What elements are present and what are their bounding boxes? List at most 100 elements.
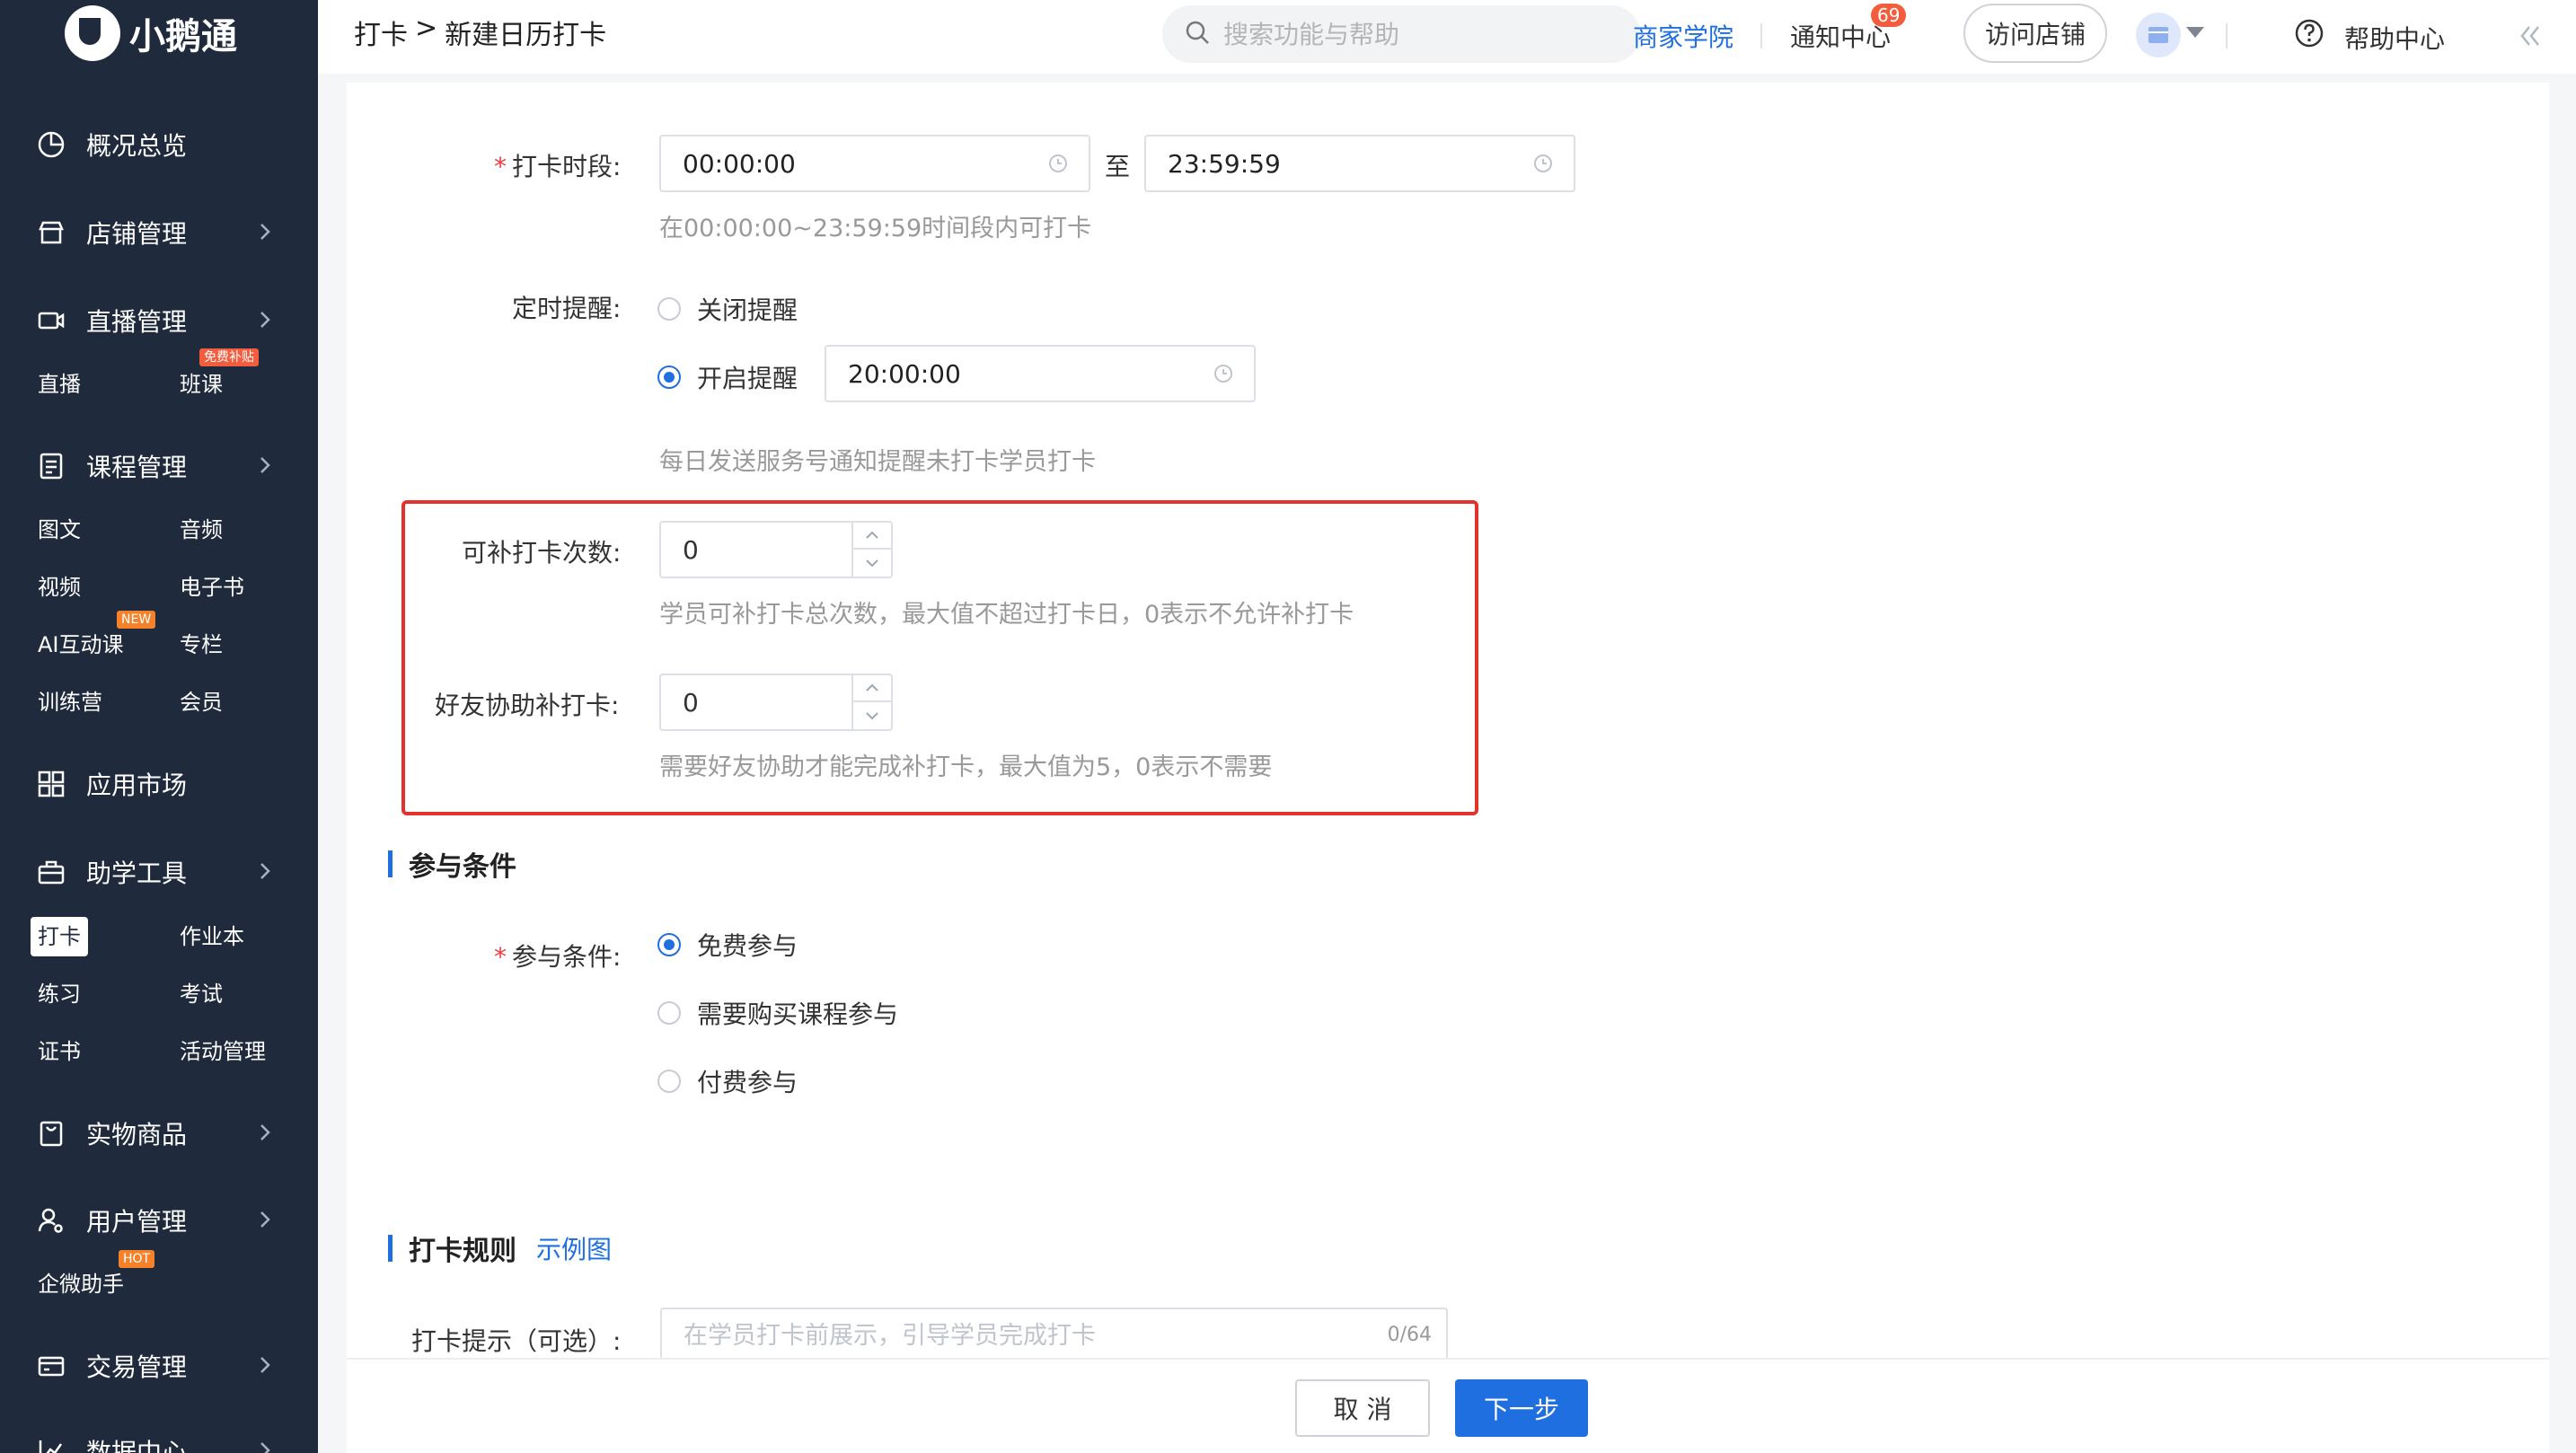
help-circle-icon[interactable] xyxy=(2294,18,2325,52)
sub-item-ebook[interactable]: 电子书 xyxy=(180,568,244,607)
shopping-bag-icon xyxy=(36,1118,66,1149)
sub-item-activity[interactable]: 活动管理 xyxy=(180,1032,266,1071)
chevron-down-icon[interactable] xyxy=(2186,27,2204,38)
reminder-label: 定时提醒: xyxy=(512,294,622,323)
sidebar-item-goods[interactable]: 实物商品 xyxy=(36,1108,278,1158)
search-input[interactable] xyxy=(1223,19,1583,49)
sidebar-item-store[interactable]: 店铺管理 xyxy=(36,207,278,258)
sub-item-column[interactable]: 专栏 xyxy=(180,625,223,665)
chevron-up-icon[interactable] xyxy=(853,675,891,702)
sidebar-item-label: 交易管理 xyxy=(86,1352,188,1382)
chevron-right-icon xyxy=(251,1206,278,1233)
checkin-tip-textarea[interactable]: 0/64 xyxy=(660,1308,1448,1360)
visit-store-button[interactable]: 访问店铺 xyxy=(1963,4,2107,63)
sub-item-wecom[interactable]: 企微助手 xyxy=(38,1264,124,1304)
document-icon xyxy=(36,451,66,481)
next-step-button[interactable]: 下一步 xyxy=(1455,1379,1588,1437)
checkin-rules-section-title: 打卡规则 示例图 xyxy=(388,1228,612,1268)
collapse-double-chevron-icon[interactable] xyxy=(2517,23,2542,52)
sidebar-item-label: 店铺管理 xyxy=(86,219,188,249)
sidebar-item-users[interactable]: 用户管理 xyxy=(36,1195,278,1246)
header-divider xyxy=(2226,23,2228,48)
start-time-picker[interactable]: 00:00:00 xyxy=(659,135,1090,192)
sub-item-ai-course[interactable]: AI互动课 xyxy=(38,625,124,665)
academy-link[interactable]: 商家学院 xyxy=(1633,18,1734,54)
radio-circle xyxy=(657,1070,681,1093)
example-image-link[interactable]: 示例图 xyxy=(536,1230,612,1266)
friend-assist-stepper[interactable]: 0 xyxy=(659,674,893,731)
chevron-down-icon[interactable] xyxy=(853,550,891,577)
sidebar-item-tools[interactable]: 助学工具 xyxy=(36,847,278,897)
reminder-time-picker[interactable]: 20:00:00 xyxy=(825,345,1256,402)
breadcrumb-current: 新建日历打卡 xyxy=(445,20,607,51)
sidebar-item-label: 应用市场 xyxy=(86,771,188,800)
section-accent-bar xyxy=(388,1235,393,1262)
char-counter: 0/64 xyxy=(1387,1324,1432,1346)
search-box[interactable] xyxy=(1162,5,1640,63)
radio-circle xyxy=(657,365,681,389)
end-time-picker[interactable]: 23:59:59 xyxy=(1144,135,1575,192)
radio-label: 需要购买课程参与 xyxy=(697,999,899,1029)
chevron-right-icon xyxy=(251,858,278,885)
search-icon xyxy=(1184,19,1211,49)
sidebar-item-trade[interactable]: 交易管理 xyxy=(36,1341,278,1391)
clock-icon xyxy=(1214,365,1232,383)
clock-icon xyxy=(1049,154,1067,172)
wallet-icon xyxy=(36,1351,66,1381)
sidebar-item-label: 课程管理 xyxy=(86,453,188,482)
sub-item-video[interactable]: 视频 xyxy=(38,568,81,607)
sub-item-live[interactable]: 直播 xyxy=(38,365,81,404)
reminder-off-radio[interactable]: 关闭提醒 xyxy=(657,291,798,327)
sub-item-homework[interactable]: 作业本 xyxy=(180,917,244,956)
sub-item-audio[interactable]: 音频 xyxy=(180,510,223,550)
sub-item-exam[interactable]: 考试 xyxy=(180,974,223,1014)
sub-item-graphic[interactable]: 图文 xyxy=(38,510,81,550)
cancel-button[interactable]: 取 消 xyxy=(1295,1379,1430,1437)
radio-label: 付费参与 xyxy=(697,1068,798,1097)
chevron-down-icon[interactable] xyxy=(853,702,891,729)
chevron-up-icon[interactable] xyxy=(853,523,891,550)
join-paid-radio[interactable]: 付费参与 xyxy=(657,1063,798,1099)
sidebar-item-label: 概况总览 xyxy=(86,131,188,161)
help-center-link[interactable]: 帮助中心 xyxy=(2344,20,2445,56)
makeup-count-label: 可补打卡次数: xyxy=(462,538,622,568)
join-conditions-label: * 参与条件: xyxy=(494,942,622,972)
radio-label: 关闭提醒 xyxy=(697,295,798,325)
sidebar-item-data[interactable]: 数据中心 xyxy=(36,1426,278,1453)
makeup-count-value: 0 xyxy=(683,534,699,565)
store-switch-avatar[interactable] xyxy=(2136,13,2181,57)
join-free-radio[interactable]: 免费参与 xyxy=(657,927,798,963)
store-icon xyxy=(2148,27,2168,43)
user-gear-icon xyxy=(36,1205,66,1236)
checkin-tip-input[interactable] xyxy=(684,1322,1312,1350)
sidebar-item-overview[interactable]: 概况总览 xyxy=(36,119,278,170)
header-divider xyxy=(1760,23,1762,48)
sub-item-camp[interactable]: 训练营 xyxy=(38,682,102,722)
sub-item-checkin[interactable]: 打卡 xyxy=(31,917,88,956)
sidebar-item-app-market[interactable]: 应用市场 xyxy=(36,759,278,809)
makeup-count-stepper[interactable]: 0 xyxy=(659,521,893,578)
radio-label: 开启提醒 xyxy=(697,364,798,393)
makeup-count-hint: 学员可补打卡总次数，最大值不超过打卡日，0表示不允许补打卡 xyxy=(659,601,1354,629)
sub-item-member[interactable]: 会员 xyxy=(180,682,223,722)
period-label: * 打卡时段: xyxy=(494,152,622,181)
chart-icon xyxy=(36,1436,66,1453)
hot-badge: HOT xyxy=(119,1250,155,1268)
sub-item-class[interactable]: 班课 xyxy=(180,365,223,404)
chevron-right-icon xyxy=(251,218,278,245)
brand-logo[interactable]: 小鹅通 xyxy=(65,5,237,61)
sub-item-practice[interactable]: 练习 xyxy=(38,974,81,1014)
breadcrumb-checkin[interactable]: 打卡 xyxy=(354,13,408,52)
goose-logo-icon xyxy=(65,5,120,61)
friend-assist-value: 0 xyxy=(683,687,699,718)
sidebar-item-course[interactable]: 课程管理 xyxy=(36,441,278,491)
join-course-purchase-radio[interactable]: 需要购买课程参与 xyxy=(657,995,898,1031)
sidebar-item-label: 助学工具 xyxy=(86,859,188,888)
sub-item-certificate[interactable]: 证书 xyxy=(38,1032,81,1071)
page-scrollbar[interactable] xyxy=(2549,83,2576,1453)
checkin-tip-label: 打卡提示（可选）: xyxy=(411,1326,622,1356)
sidebar: 小鹅通 概况总览 店铺管理 直播管理 直播 班课 免费补贴 课程管理 图文 音频… xyxy=(0,0,318,1453)
radio-circle xyxy=(657,1001,681,1025)
reminder-on-radio[interactable]: 开启提醒 xyxy=(657,359,798,395)
sidebar-item-live[interactable]: 直播管理 xyxy=(36,295,278,346)
